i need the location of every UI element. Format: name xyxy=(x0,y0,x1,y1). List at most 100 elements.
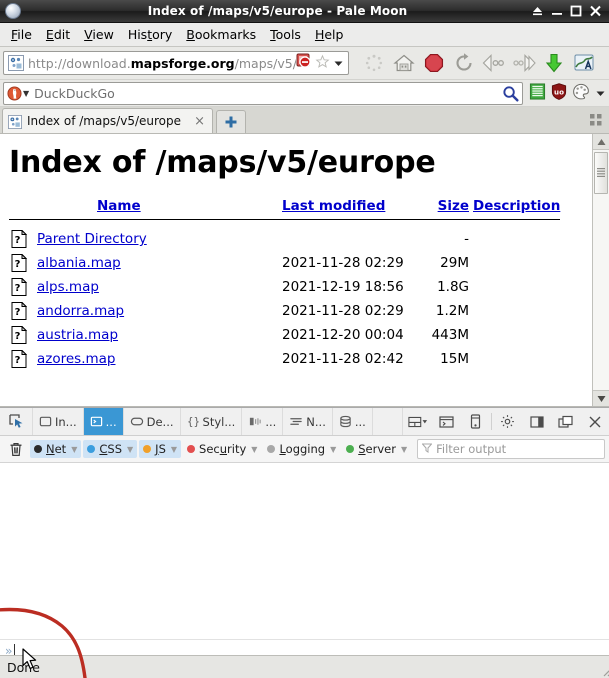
style-editor-icon: {} xyxy=(187,415,200,428)
element-picker-icon[interactable] xyxy=(0,408,33,435)
unknown-file-icon: ? xyxy=(9,227,37,251)
scroll-down-arrow-icon[interactable] xyxy=(593,390,609,406)
svg-text:?: ? xyxy=(15,259,21,270)
filter-server[interactable]: Server ▼ xyxy=(342,440,411,458)
chevron-down-icon[interactable]: ▼ xyxy=(71,445,77,454)
chevron-down-icon[interactable] xyxy=(333,54,344,73)
file-size-cell: 1.2M xyxy=(435,303,469,319)
tab-performance[interactable]: ... xyxy=(242,408,284,435)
filter-label: JS xyxy=(155,442,166,456)
split-console-icon[interactable] xyxy=(403,415,432,429)
settings-gear-icon[interactable] xyxy=(493,414,522,429)
minimize-button[interactable] xyxy=(551,5,563,17)
file-link[interactable]: azores.map xyxy=(37,351,116,367)
table-row: ? azores.map 2021-11-28 02:42 15M xyxy=(9,347,560,371)
file-modified-cell: 2021-11-28 02:29 xyxy=(282,255,404,271)
sort-by-size-link[interactable]: Size xyxy=(438,198,469,214)
noscript-icon[interactable] xyxy=(529,82,546,104)
filter-label: CSS xyxy=(99,442,122,456)
trash-icon[interactable] xyxy=(4,442,28,457)
menu-bookmarks[interactable]: Bookmarks xyxy=(179,25,263,44)
table-row: ? Parent Directory - xyxy=(9,227,560,251)
chevron-down-icon[interactable]: ▼ xyxy=(330,445,336,454)
sort-by-name-link[interactable]: Name xyxy=(97,198,141,214)
reload-icon[interactable] xyxy=(451,50,477,76)
page-scrollbar[interactable] xyxy=(592,134,609,406)
close-devtools-icon[interactable] xyxy=(580,415,609,429)
downloads-icon[interactable] xyxy=(541,50,567,76)
overflow-chevron-icon[interactable] xyxy=(595,84,606,103)
file-link[interactable]: albania.map xyxy=(37,255,121,271)
dock-separate-window-icon[interactable] xyxy=(551,415,580,429)
tab-index-of-maps-v5-europe[interactable]: Index of /maps/v5/europe × xyxy=(2,108,213,133)
shade-window-button[interactable] xyxy=(531,5,544,17)
sort-by-modified-link[interactable]: Last modified xyxy=(282,198,385,214)
search-magnifier-icon[interactable] xyxy=(501,84,519,102)
js-status-dot xyxy=(143,445,152,453)
menu-help[interactable]: Help xyxy=(308,25,351,44)
window-controls xyxy=(531,5,609,17)
chevron-down-icon[interactable]: ▼ xyxy=(127,445,133,454)
tab-inspector[interactable]: In... xyxy=(33,408,84,435)
status-bar: Done xyxy=(0,655,609,678)
menu-tools[interactable]: Tools xyxy=(263,25,308,44)
scrollbar-track[interactable] xyxy=(593,150,609,390)
logging-status-dot xyxy=(267,445,276,453)
console-output[interactable] xyxy=(0,463,609,639)
file-link[interactable]: alps.map xyxy=(37,279,99,295)
filter-net[interactable]: Net ▼ xyxy=(30,440,82,458)
search-input[interactable]: ▼ DuckDuckGo xyxy=(3,81,523,105)
search-engine-chevron-icon[interactable]: ▼ xyxy=(23,89,29,98)
chevron-down-icon[interactable]: ▼ xyxy=(171,445,177,454)
menu-history[interactable]: History xyxy=(121,25,179,44)
toggle-console-icon[interactable] xyxy=(432,415,461,429)
forward-icon[interactable] xyxy=(511,50,537,76)
tab-label: N... xyxy=(306,414,326,429)
duckduckgo-icon[interactable] xyxy=(7,85,22,101)
stop-icon[interactable] xyxy=(421,50,447,76)
tab-storage[interactable]: ... xyxy=(333,408,373,435)
filter-css[interactable]: CSS ▼ xyxy=(83,440,138,458)
svg-text:{}: {} xyxy=(187,417,200,428)
canvasblocker-icon[interactable] xyxy=(572,83,590,104)
home-icon[interactable] xyxy=(391,50,417,76)
menu-file[interactable]: File xyxy=(4,25,39,44)
dock-bottom-icon[interactable] xyxy=(522,415,551,429)
scroll-thumb[interactable] xyxy=(594,152,608,194)
ublock-origin-icon[interactable]: uo xyxy=(551,82,567,104)
filter-output-placeholder: Filter output xyxy=(436,442,507,456)
close-tab-icon[interactable]: × xyxy=(191,114,208,129)
filter-security[interactable]: Security ▼ xyxy=(183,440,261,458)
menu-edit[interactable]: Edit xyxy=(39,25,77,44)
filter-label: Security xyxy=(199,442,247,456)
scroll-up-arrow-icon[interactable] xyxy=(593,134,609,150)
new-tab-button[interactable] xyxy=(216,110,246,133)
tab-console[interactable]: ... xyxy=(83,408,124,435)
tab-debugger[interactable]: De... xyxy=(124,408,181,435)
back-icon[interactable] xyxy=(481,50,507,76)
filter-js[interactable]: JS ▼ xyxy=(139,440,182,458)
file-link[interactable]: andorra.map xyxy=(37,303,124,319)
bookmark-star-icon[interactable] xyxy=(315,54,330,73)
file-link[interactable]: austria.map xyxy=(37,327,118,343)
translate-icon[interactable] xyxy=(571,50,597,76)
tab-label: ... xyxy=(105,414,117,429)
chevron-down-icon[interactable]: ▼ xyxy=(251,445,257,454)
chevron-down-icon[interactable]: ▼ xyxy=(401,445,407,454)
tab-style-editor[interactable]: {} Styl... xyxy=(181,408,243,435)
close-window-button[interactable] xyxy=(589,5,602,17)
menu-view[interactable]: View xyxy=(77,25,121,44)
resize-grip-icon[interactable] xyxy=(599,661,609,677)
maximize-button[interactable] xyxy=(570,5,582,17)
adblock-icon[interactable] xyxy=(296,53,312,73)
url-bar[interactable]: http://download.mapsforge.org/maps/v5/eu… xyxy=(3,51,349,75)
filter-logging[interactable]: Logging ▼ xyxy=(263,440,340,458)
sort-by-description-link[interactable]: Description xyxy=(473,198,560,214)
tab-network[interactable]: N... xyxy=(283,408,333,435)
responsive-design-icon[interactable] xyxy=(461,414,490,429)
filter-output-input[interactable]: Filter output xyxy=(417,439,605,459)
table-row: ? andorra.map 2021-11-28 02:29 1.2M xyxy=(9,299,560,323)
list-all-tabs-icon[interactable] xyxy=(589,112,603,131)
unknown-file-icon: ? xyxy=(9,275,37,299)
parent-directory-link[interactable]: Parent Directory xyxy=(37,231,147,247)
